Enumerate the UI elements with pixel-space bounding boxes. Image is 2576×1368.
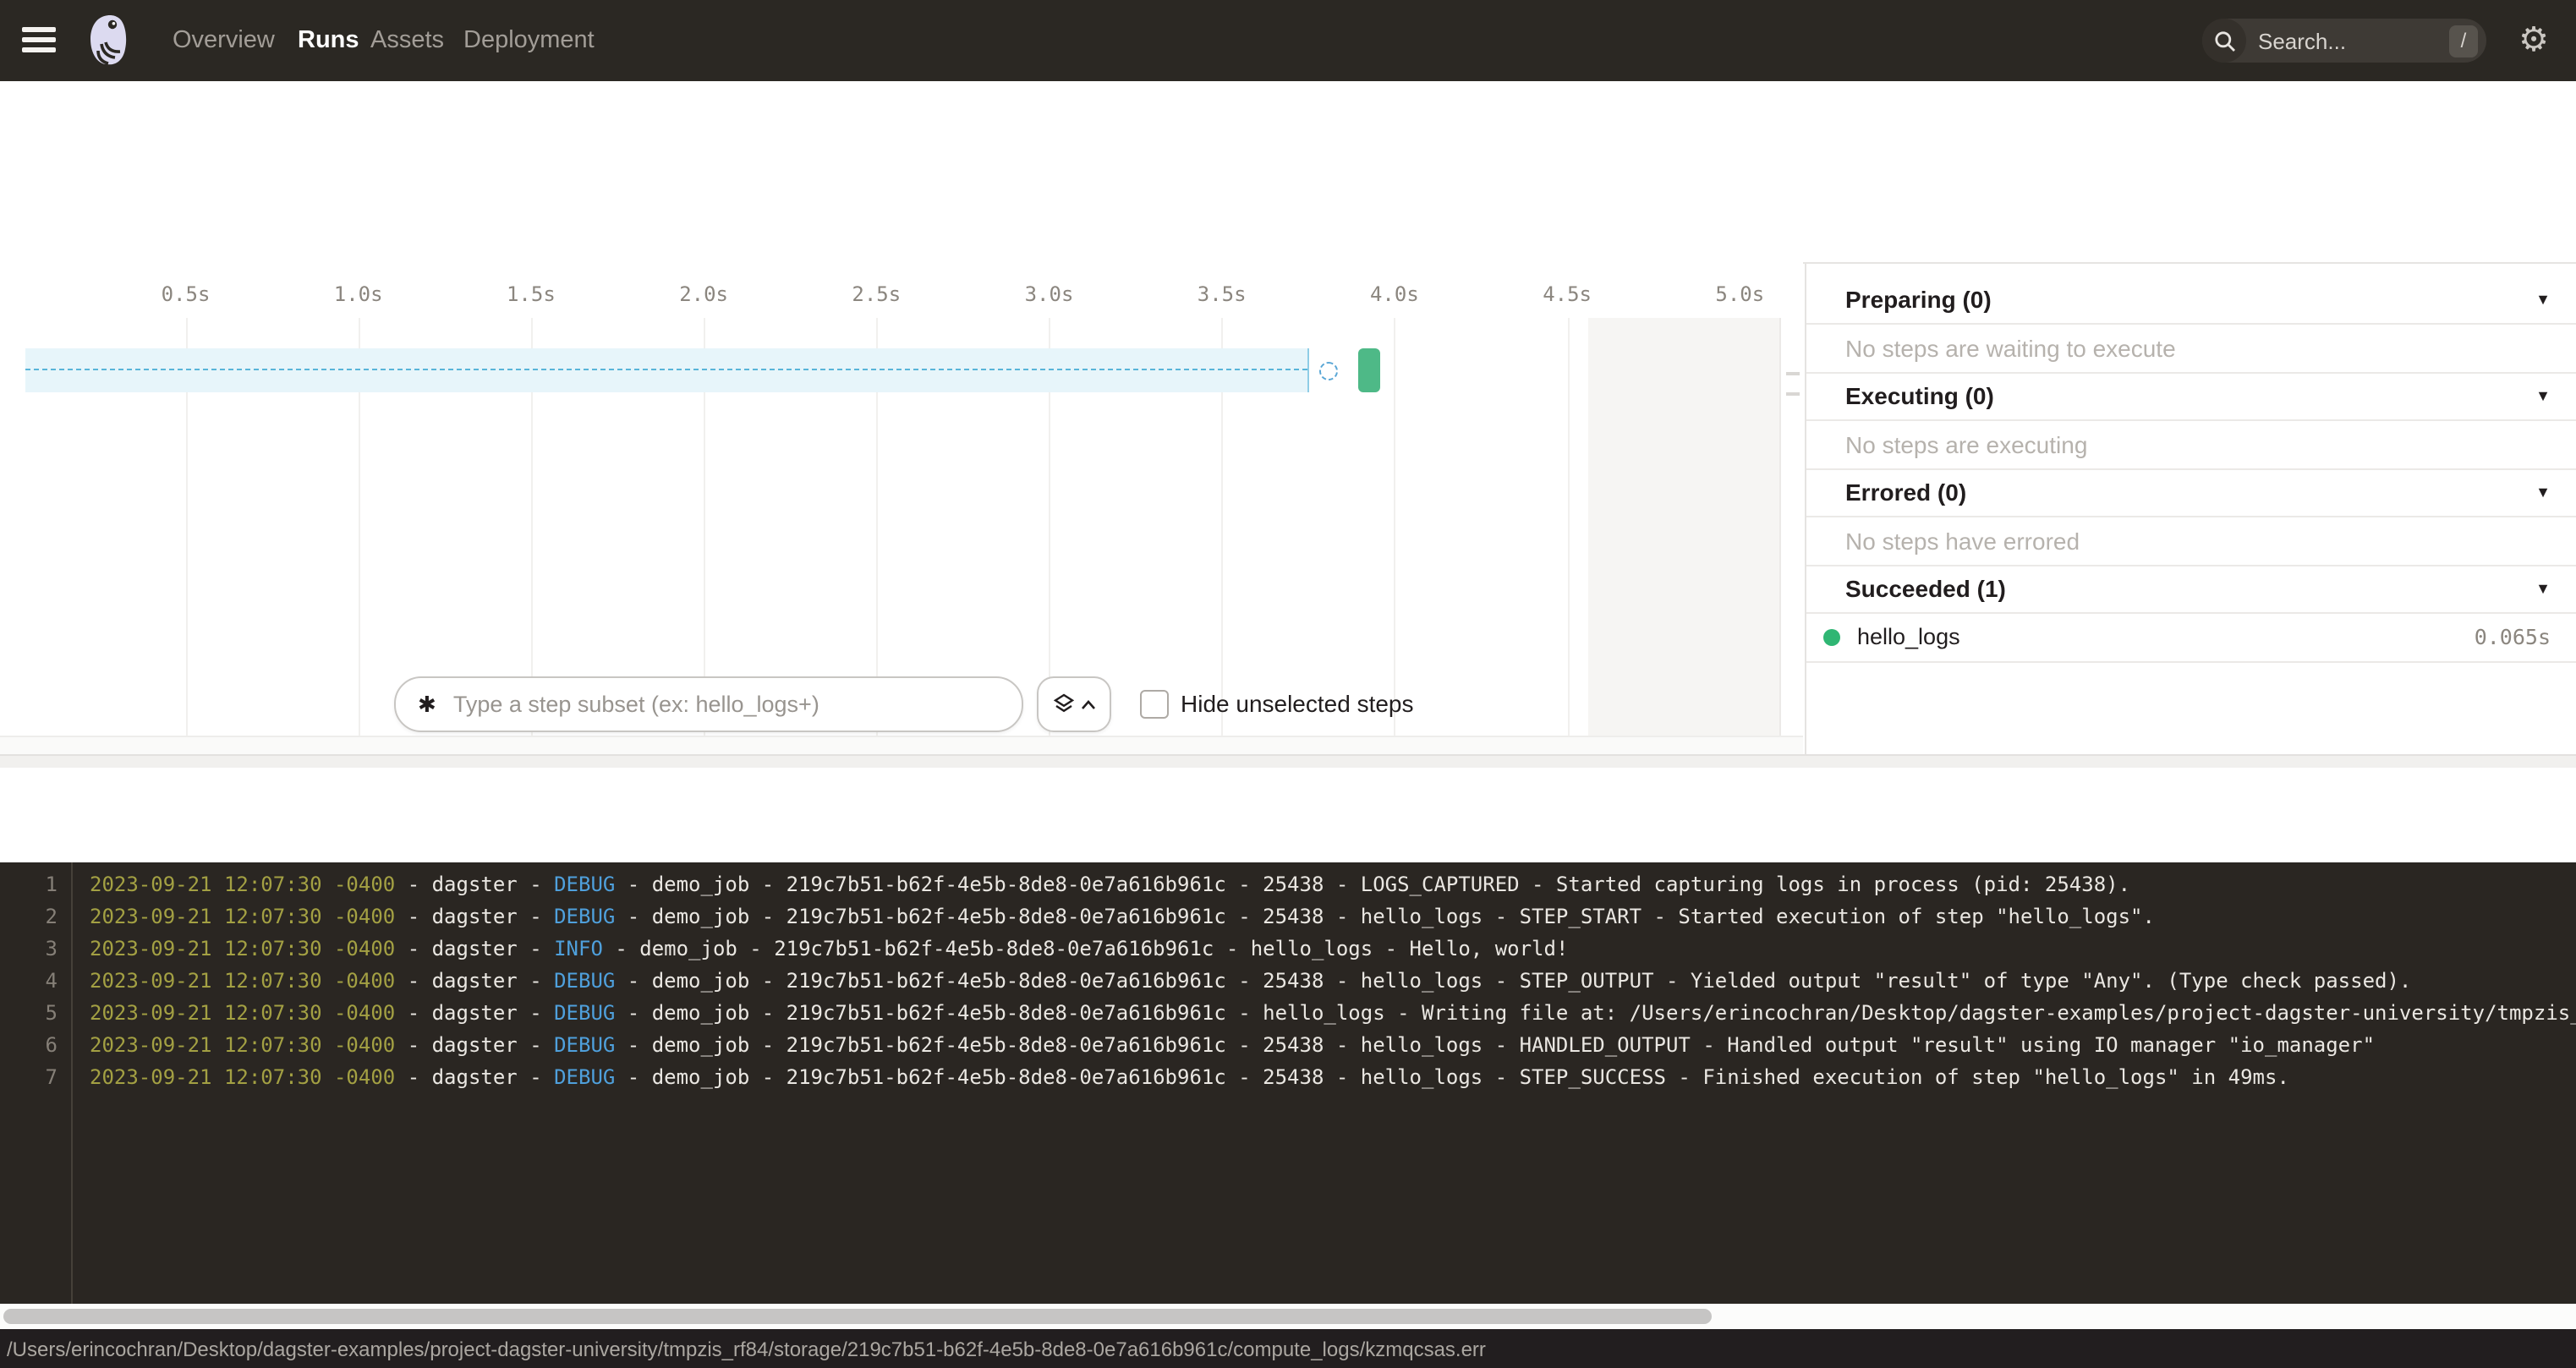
axis-tick-label: 3.0s: [1025, 282, 1074, 306]
step-status-panel: Preparing (0)▼ No steps are waiting to e…: [1805, 264, 2576, 754]
log-gutter-divider: [71, 862, 73, 1304]
section-header-succeeded[interactable]: Succeeded (1)▼: [1806, 565, 2576, 614]
step-waiting-dotted-line: [25, 369, 1307, 370]
section-header-executing[interactable]: Executing (0)▼: [1806, 372, 2576, 421]
caret-down-icon: ▼: [2535, 291, 2551, 308]
op-selector-icon: ✱: [418, 691, 436, 718]
nav-item-assets[interactable]: Assets: [370, 0, 444, 81]
nav-item-runs[interactable]: Runs: [298, 0, 359, 81]
run-header: 219c7b51 Success Run of demo_job @ 4f105…: [0, 81, 2576, 189]
dagster-run-page: Overview Runs Assets Deployment Search..…: [0, 0, 2576, 1368]
gutter-mark: [1786, 372, 1800, 375]
step-waiting-band: [25, 348, 1309, 392]
timeline-axis: 0.5s 1.0s 1.5s 2.0s 2.5s 3.0s 3.5s 4.0s 4.5s 5.0s: [0, 262, 1803, 320]
axis-tick-label: 4.0s: [1370, 282, 1419, 306]
axis-tick-label: 2.0s: [679, 282, 728, 306]
log-line-text: 2023-09-21 12:07:30 -0400 - dagster - DE…: [90, 998, 2576, 1030]
menu-icon[interactable]: [22, 27, 56, 54]
log-file-path: /Users/erincochran/Desktop/dagster-examp…: [7, 1337, 1486, 1360]
graph-query-toggle-button[interactable]: [1037, 676, 1111, 732]
axis-tick-label: 1.0s: [334, 282, 383, 306]
gantt-hscroll-strip[interactable]: [0, 736, 1803, 756]
dagster-logo[interactable]: [83, 14, 137, 68]
log-line-number: 4: [0, 966, 58, 998]
axis-tick-label: 4.5s: [1543, 282, 1592, 306]
log-line-text: 2023-09-21 12:07:30 -0400 - dagster - DE…: [90, 869, 2130, 901]
step-start-marker: [1319, 362, 1338, 380]
search-shortcut-key: /: [2449, 25, 2478, 57]
settings-gear-icon[interactable]: ⚙: [2515, 22, 2552, 59]
log-line-number: 2: [0, 901, 58, 933]
chevron-up-icon: [1080, 699, 1095, 709]
caret-down-icon: ▼: [2535, 387, 2551, 404]
hide-unselected-label: Hide unselected steps: [1181, 690, 1414, 717]
log-line-number: 1: [0, 869, 58, 901]
status-bar: /Users/erincochran/Desktop/dagster-examp…: [0, 1329, 2576, 1368]
search-icon: [2202, 19, 2246, 63]
log-line-text: 2023-09-21 12:07:30 -0400 - dagster - DE…: [90, 901, 2155, 933]
axis-tick-label: 1.5s: [507, 282, 556, 306]
hide-unselected-checkbox[interactable]: [1140, 690, 1169, 719]
run-end-shade: [1588, 318, 1779, 736]
log-hscroll-thumb[interactable]: [3, 1309, 1712, 1324]
axis-tick-label: 2.5s: [852, 282, 901, 306]
log-line-text: 2023-09-21 12:07:30 -0400 - dagster - DE…: [90, 966, 2411, 998]
gantt-scrollbar-gutter[interactable]: [1779, 318, 1805, 736]
axis-gridline: [1395, 318, 1396, 736]
gantt-toolbar: Hide not started steps Re-execute all (*…: [0, 189, 2576, 264]
nav-item-overview[interactable]: Overview: [173, 0, 275, 81]
log-line-number: 6: [0, 1030, 58, 1062]
search-placeholder: Search...: [2246, 28, 2449, 53]
gantt-chart: [0, 318, 1803, 736]
caret-down-icon: ▼: [2535, 580, 2551, 597]
section-empty-errored: No steps have errored: [1806, 517, 2576, 566]
axis-tick-label: 0.5s: [162, 282, 211, 306]
step-success-dot-icon: [1823, 628, 1840, 645]
log-line-text: 2023-09-21 12:07:30 -0400 - dagster - DE…: [90, 1030, 2375, 1062]
axis-tick-label: 5.0s: [1715, 282, 1764, 306]
nav-item-deployment[interactable]: Deployment: [463, 0, 595, 81]
search-input[interactable]: Search... /: [2202, 19, 2486, 63]
layers-icon: [1053, 693, 1073, 715]
section-empty-executing: No steps are executing: [1806, 420, 2576, 469]
axis-gridline: [1567, 318, 1569, 736]
succeeded-step-row[interactable]: hello_logs 0.065s: [1806, 613, 2576, 662]
step-subset-input[interactable]: ✱: [394, 676, 1023, 732]
log-line-number: 5: [0, 998, 58, 1030]
log-toolbar: stdout stderr: [0, 768, 2576, 862]
log-line-text: 2023-09-21 12:07:30 -0400 - dagster - DE…: [90, 1062, 2289, 1094]
axis-tick-label: 3.5s: [1198, 282, 1247, 306]
step-subset-field[interactable]: [450, 690, 1022, 719]
section-empty-preparing: No steps are waiting to execute: [1806, 324, 2576, 373]
section-header-errored[interactable]: Errored (0)▼: [1806, 468, 2576, 517]
top-nav: Overview Runs Assets Deployment Search..…: [0, 0, 2576, 81]
section-header-preparing[interactable]: Preparing (0)▼: [1806, 276, 2576, 325]
log-line-number: 3: [0, 933, 58, 966]
log-line-number: 7: [0, 1062, 58, 1094]
gutter-mark: [1786, 392, 1800, 396]
raw-log-viewer: 1 2023-09-21 12:07:30 -0400 - dagster - D…: [0, 862, 2576, 1304]
log-line-text: 2023-09-21 12:07:30 -0400 - dagster - IN…: [90, 933, 1568, 966]
caret-down-icon: ▼: [2535, 484, 2551, 501]
log-horizontal-scrollbar[interactable]: [0, 1304, 2576, 1329]
gantt-step-bar-hello-logs[interactable]: [1358, 348, 1380, 392]
